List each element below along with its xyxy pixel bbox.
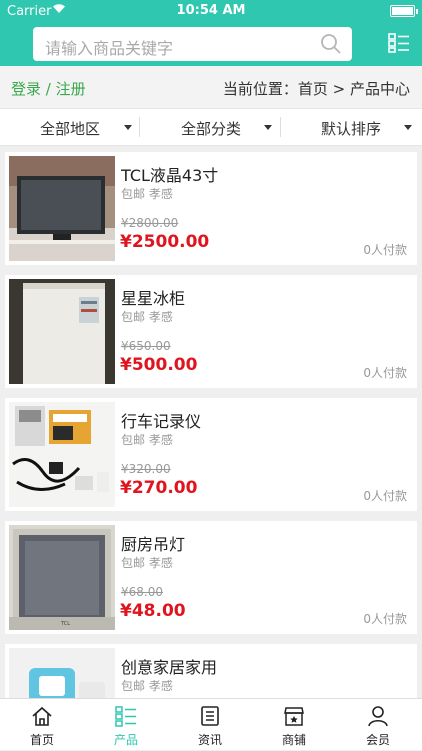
auth-links: 登录 / 注册 xyxy=(11,78,86,99)
category-menu-icon[interactable] xyxy=(388,33,410,53)
login-link[interactable]: 登录 xyxy=(11,80,41,98)
product-title[interactable]: TCL液晶43寸 xyxy=(121,162,218,186)
search-placeholder: 请输入商品关键字 xyxy=(45,39,174,58)
breadcrumb: 当前位置：首页 > 产品中心 xyxy=(223,78,410,99)
breadcrumb-separator: > xyxy=(332,80,346,98)
shipping-tag: 包邮 xyxy=(121,187,146,201)
tab-news-label: 资讯 xyxy=(197,733,222,747)
product-image[interactable] xyxy=(9,279,115,384)
product-meta: 包邮 孝感 xyxy=(121,554,173,571)
sales-count: 0人付款 xyxy=(363,243,407,257)
original-price: ¥2800.00 xyxy=(121,216,179,230)
product-image[interactable] xyxy=(9,156,115,261)
tab-shop-label: 商铺 xyxy=(281,733,306,747)
sales-count: 0人付款 xyxy=(363,612,407,626)
filter-region[interactable]: 全部地区 xyxy=(0,109,140,145)
shipping-tag: 包邮 xyxy=(121,433,146,447)
product-image[interactable]: TCL xyxy=(9,525,115,630)
original-price: ¥68.00 xyxy=(121,585,163,599)
sales-count: 0人付款 xyxy=(363,489,407,503)
sale-price: ¥500.00 xyxy=(120,355,198,375)
breadcrumb-current: 产品中心 xyxy=(349,80,410,98)
filter-region-label: 全部地区 xyxy=(40,120,101,138)
product-meta: 包邮 孝感 xyxy=(121,308,173,325)
register-link[interactable]: 注册 xyxy=(56,80,86,98)
filter-bar: 全部地区 全部分类 默认排序 xyxy=(0,108,422,146)
tab-shop[interactable]: 商铺 xyxy=(252,699,336,751)
product-title[interactable]: 星星冰柜 xyxy=(121,285,185,309)
tab-products[interactable]: 产品 xyxy=(84,699,168,751)
shipping-tag: 包邮 xyxy=(121,556,146,570)
product-card[interactable]: TCL 厨房吊灯 包邮 孝感 ¥68.00 ¥48.00 0人付款 xyxy=(5,521,417,634)
location-tag: 孝感 xyxy=(148,556,173,570)
product-card[interactable]: 行车记录仪 包邮 孝感 ¥320.00 ¥270.00 0人付款 xyxy=(5,398,417,511)
tab-home[interactable]: 首页 xyxy=(0,699,84,751)
caret-down-icon xyxy=(124,125,132,130)
caret-down-icon xyxy=(264,125,272,130)
product-card[interactable]: TCL液晶43寸 包邮 孝感 ¥2800.00 ¥2500.00 0人付款 xyxy=(5,152,417,265)
search-icon[interactable] xyxy=(320,33,342,59)
sale-price: ¥48.00 xyxy=(120,601,186,621)
filter-category-label: 全部分类 xyxy=(181,120,242,138)
filter-sort-label: 默认排序 xyxy=(321,120,382,138)
auth-divider: / xyxy=(45,80,51,98)
shipping-tag: 包邮 xyxy=(121,679,146,693)
product-card[interactable]: 星星冰柜 包邮 孝感 ¥650.00 ¥500.00 0人付款 xyxy=(5,275,417,388)
filter-sort[interactable]: 默认排序 xyxy=(282,109,422,145)
shop-icon xyxy=(284,707,304,726)
sales-count: 0人付款 xyxy=(363,366,407,380)
product-meta: 包邮 孝感 xyxy=(121,185,173,202)
breadcrumb-prefix: 当前位置： xyxy=(222,80,298,98)
tab-member[interactable]: 会员 xyxy=(336,699,420,751)
sale-price: ¥2500.00 xyxy=(120,232,210,252)
battery-icon xyxy=(390,5,418,17)
svg-text:TCL: TCL xyxy=(60,621,70,627)
bottom-tab-bar: 首页 产品 资讯 商铺 会员 xyxy=(0,698,422,750)
product-list: TCL液晶43寸 包邮 孝感 ¥2800.00 ¥2500.00 0人付款 星星… xyxy=(0,150,422,698)
status-bar: Carrier 10:54 AM xyxy=(0,0,422,22)
app-header: Carrier 10:54 AM 请输入商品关键字 xyxy=(0,0,422,66)
news-icon xyxy=(201,706,219,726)
product-title[interactable]: 厨房吊灯 xyxy=(121,531,185,555)
product-image[interactable] xyxy=(9,402,115,507)
sale-price: ¥270.00 xyxy=(120,478,198,498)
product-image[interactable] xyxy=(9,648,115,698)
shipping-tag: 包邮 xyxy=(121,310,146,324)
filter-divider xyxy=(139,117,140,137)
tab-home-label: 首页 xyxy=(29,733,54,747)
location-tag: 孝感 xyxy=(148,187,173,201)
product-card[interactable]: 创意家居家用 包邮 孝感 xyxy=(5,644,417,698)
product-meta: 包邮 孝感 xyxy=(121,431,173,448)
product-meta: 包邮 孝感 xyxy=(121,677,173,694)
member-icon xyxy=(368,706,388,727)
breadcrumb-bar: 登录 / 注册 当前位置：首页 > 产品中心 xyxy=(0,66,422,108)
breadcrumb-home[interactable]: 首页 xyxy=(298,80,328,98)
tab-news[interactable]: 资讯 xyxy=(168,699,252,751)
product-list-icon xyxy=(115,706,136,727)
filter-category[interactable]: 全部分类 xyxy=(141,109,281,145)
filter-divider xyxy=(280,117,281,137)
search-input[interactable]: 请输入商品关键字 xyxy=(33,27,352,61)
home-icon xyxy=(32,706,52,726)
original-price: ¥650.00 xyxy=(121,339,171,353)
location-tag: 孝感 xyxy=(148,433,173,447)
clock: 10:54 AM xyxy=(176,3,246,18)
original-price: ¥320.00 xyxy=(121,462,171,476)
tab-products-label: 产品 xyxy=(113,733,138,747)
caret-down-icon xyxy=(404,125,412,130)
product-title[interactable]: 行车记录仪 xyxy=(121,408,201,432)
location-tag: 孝感 xyxy=(148,679,173,693)
product-title[interactable]: 创意家居家用 xyxy=(121,654,217,678)
location-tag: 孝感 xyxy=(148,310,173,324)
tab-member-label: 会员 xyxy=(365,733,390,747)
